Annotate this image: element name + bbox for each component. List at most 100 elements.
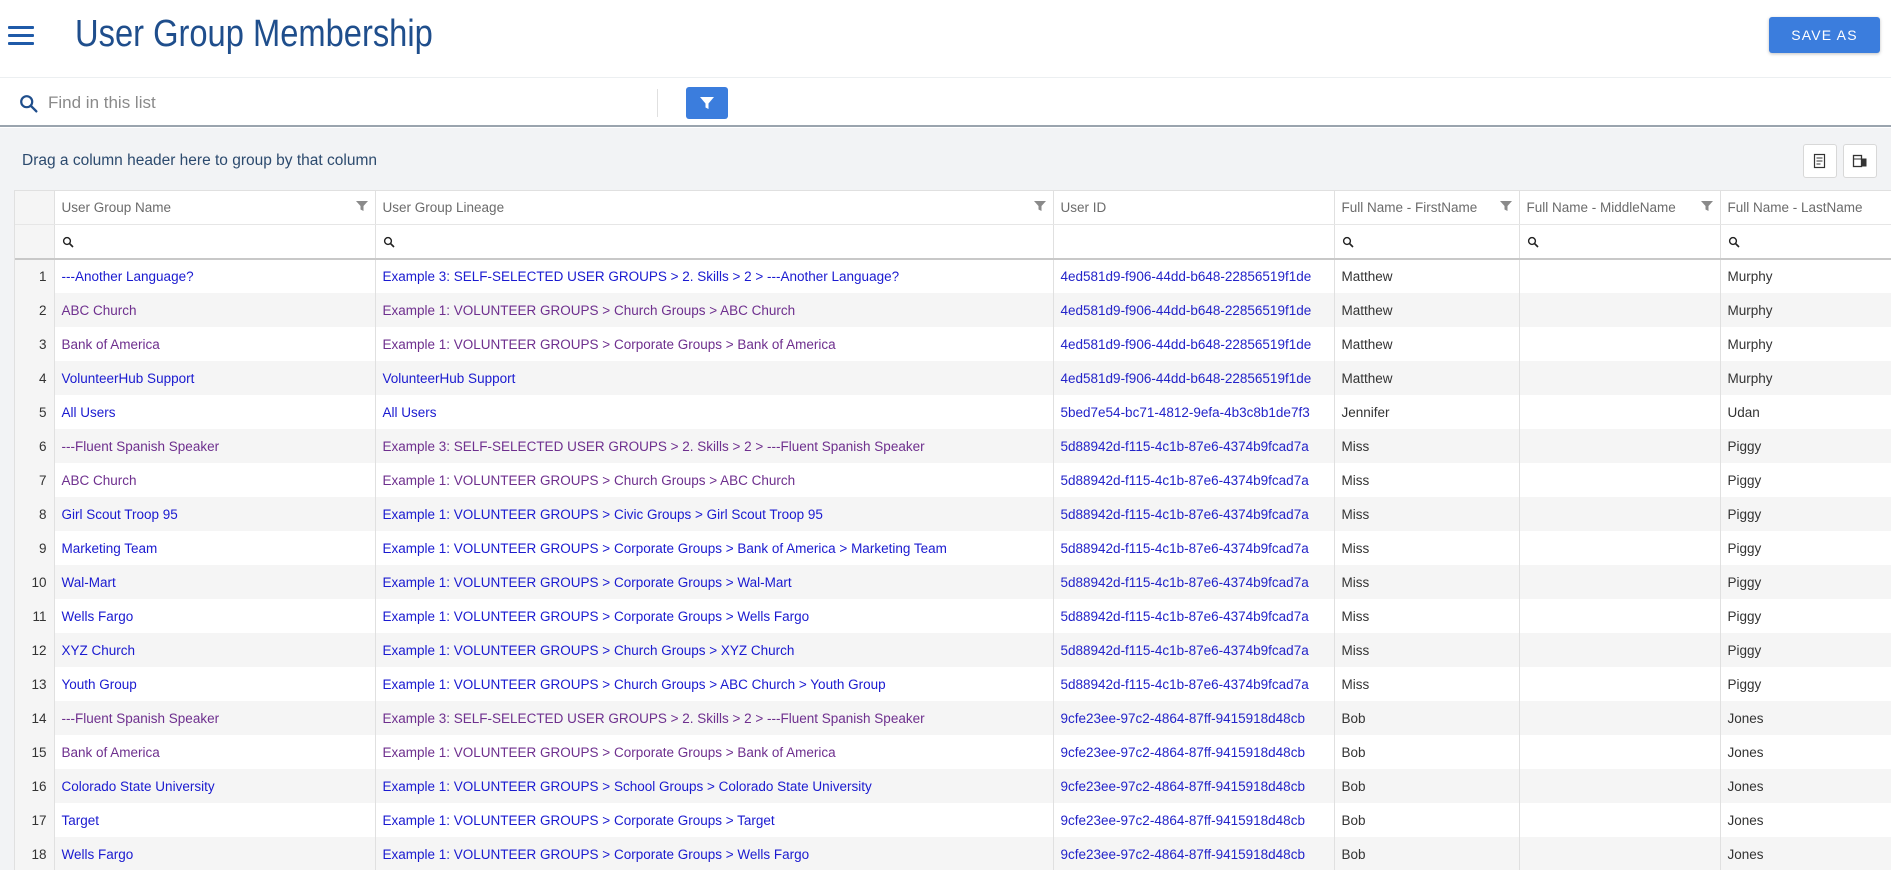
user-group-lineage-link[interactable]: All Users <box>375 395 1054 429</box>
table-row[interactable]: 6 ---Fluent Spanish Speaker Example 3: SEL… <box>15 429 1891 463</box>
filter-cell-user-group-lineage[interactable] <box>375 224 1054 260</box>
user-group-name-link[interactable]: VolunteerHub Support <box>54 361 376 395</box>
user-group-lineage-link[interactable]: Example 1: VOLUNTEER GROUPS > School Gro… <box>375 769 1054 803</box>
filter-cell-first-name[interactable] <box>1334 224 1520 260</box>
column-header-user-group-lineage[interactable]: User Group Lineage <box>375 191 1054 225</box>
user-id-link[interactable]: 5d88942d-f115-4c1b-87e6-4374b9fcad7a <box>1053 599 1335 633</box>
user-id-link[interactable]: 4ed581d9-f906-44dd-b648-22856519f1de <box>1053 361 1335 395</box>
column-header-user-group-name[interactable]: User Group Name <box>54 191 376 225</box>
user-group-name-link[interactable]: Target <box>54 803 376 837</box>
user-group-name-link[interactable]: ---Fluent Spanish Speaker <box>54 429 376 463</box>
filter-cell-user-group-name[interactable] <box>54 224 376 260</box>
user-group-name-link[interactable]: Bank of America <box>54 735 376 769</box>
user-group-lineage-link[interactable]: Example 1: VOLUNTEER GROUPS > Civic Grou… <box>375 497 1054 531</box>
user-group-lineage-link[interactable]: Example 1: VOLUNTEER GROUPS > Church Gro… <box>375 293 1054 327</box>
table-row[interactable]: 10 Wal-Mart Example 1: VOLUNTEER GROUPS > … <box>15 565 1891 599</box>
user-id-link[interactable]: 9cfe23ee-97c2-4864-87ff-9415918d48cb <box>1053 735 1335 769</box>
column-header-label: User Group Name <box>61 199 172 215</box>
user-group-name-link[interactable]: Colorado State University <box>54 769 376 803</box>
user-group-lineage-link[interactable]: Example 1: VOLUNTEER GROUPS > Corporate … <box>375 735 1054 769</box>
user-group-name-link[interactable]: Marketing Team <box>54 531 376 565</box>
user-group-lineage-link[interactable]: Example 3: SELF-SELECTED USER GROUPS > 2… <box>375 701 1054 735</box>
table-row[interactable]: 17 Target Example 1: VOLUNTEER GROUPS > Co… <box>15 803 1891 837</box>
table-row[interactable]: 15 Bank of America Example 1: VOLUNTEER GR… <box>15 735 1891 769</box>
user-group-name-link[interactable]: ---Fluent Spanish Speaker <box>54 701 376 735</box>
table-row[interactable]: 11 Wells Fargo Example 1: VOLUNTEER GROUPS… <box>15 599 1891 633</box>
column-header-user-id[interactable]: User ID <box>1053 191 1335 225</box>
table-row[interactable]: 12 XYZ Church Example 1: VOLUNTEER GROUPS … <box>15 633 1891 667</box>
table-row[interactable]: 18 Wells Fargo Example 1: VOLUNTEER GROUPS… <box>15 837 1891 870</box>
user-group-lineage-link[interactable]: Example 1: VOLUNTEER GROUPS > Corporate … <box>375 599 1054 633</box>
user-group-lineage-link[interactable]: Example 1: VOLUNTEER GROUPS > Church Gro… <box>375 667 1054 701</box>
user-id-link[interactable]: 9cfe23ee-97c2-4864-87ff-9415918d48cb <box>1053 769 1335 803</box>
user-group-lineage-link[interactable]: Example 1: VOLUNTEER GROUPS > Church Gro… <box>375 463 1054 497</box>
user-group-name-link[interactable]: Wells Fargo <box>54 599 376 633</box>
user-group-name-link[interactable]: XYZ Church <box>54 633 376 667</box>
filter-button[interactable] <box>686 87 728 119</box>
user-id-link[interactable]: 4ed581d9-f906-44dd-b648-22856519f1de <box>1053 327 1335 361</box>
table-row[interactable]: 4 VolunteerHub Support VolunteerHub Suppor… <box>15 361 1891 395</box>
search-divider <box>657 89 658 117</box>
user-group-name-link[interactable]: ---Another Language? <box>54 259 376 293</box>
user-group-name-link[interactable]: All Users <box>54 395 376 429</box>
user-group-lineage-link[interactable]: Example 1: VOLUNTEER GROUPS > Church Gro… <box>375 633 1054 667</box>
group-panel[interactable]: Drag a column header here to group by th… <box>22 152 377 170</box>
user-id-link[interactable]: 5bed7e54-bc71-4812-9efa-4b3c8b1de7f3 <box>1053 395 1335 429</box>
user-group-lineage-link[interactable]: Example 1: VOLUNTEER GROUPS > Corporate … <box>375 837 1054 870</box>
column-header-first-name[interactable]: Full Name - FirstName <box>1334 191 1520 225</box>
user-id-link[interactable]: 9cfe23ee-97c2-4864-87ff-9415918d48cb <box>1053 701 1335 735</box>
filter-cell-middle-name[interactable] <box>1519 224 1721 260</box>
table-row[interactable]: 13 Youth Group Example 1: VOLUNTEER GROUPS… <box>15 667 1891 701</box>
filter-cell-last-name[interactable] <box>1720 224 1891 260</box>
filter-funnel-icon[interactable] <box>1033 200 1046 212</box>
search-input[interactable] <box>48 89 648 117</box>
user-group-lineage-link[interactable]: Example 1: VOLUNTEER GROUPS > Corporate … <box>375 327 1054 361</box>
user-group-name-link[interactable]: Wal-Mart <box>54 565 376 599</box>
table-row[interactable]: 14 ---Fluent Spanish Speaker Example 3: SE… <box>15 701 1891 735</box>
user-group-lineage-link[interactable]: VolunteerHub Support <box>375 361 1054 395</box>
user-group-lineage-link[interactable]: Example 1: VOLUNTEER GROUPS > Corporate … <box>375 565 1054 599</box>
table-row[interactable]: 16 Colorado State University Example 1: VO… <box>15 769 1891 803</box>
filter-funnel-icon[interactable] <box>355 200 368 212</box>
table-row[interactable]: 3 Bank of America Example 1: VOLUNTEER GRO… <box>15 327 1891 361</box>
user-group-name-link[interactable]: Girl Scout Troop 95 <box>54 497 376 531</box>
table-row[interactable]: 7 ABC Church Example 1: VOLUNTEER GROUPS >… <box>15 463 1891 497</box>
user-group-name-link[interactable]: Bank of America <box>54 327 376 361</box>
user-group-lineage-link[interactable]: Example 1: VOLUNTEER GROUPS > Corporate … <box>375 531 1054 565</box>
filter-funnel-icon[interactable] <box>1499 200 1512 212</box>
user-group-lineage-link[interactable]: Example 3: SELF-SELECTED USER GROUPS > 2… <box>375 429 1054 463</box>
last-name-cell: Murphy <box>1720 259 1891 293</box>
user-id-link[interactable]: 9cfe23ee-97c2-4864-87ff-9415918d48cb <box>1053 837 1335 870</box>
user-group-name-link[interactable]: Wells Fargo <box>54 837 376 870</box>
table-row[interactable]: 1 ---Another Language? Example 3: SELF-SEL… <box>15 259 1891 293</box>
table-row[interactable]: 8 Girl Scout Troop 95 Example 1: VOLUNTEER… <box>15 497 1891 531</box>
user-group-name-link[interactable]: Youth Group <box>54 667 376 701</box>
column-header-last-name[interactable]: Full Name - LastName <box>1720 191 1891 225</box>
user-group-lineage-link[interactable]: Example 3: SELF-SELECTED USER GROUPS > 2… <box>375 259 1054 293</box>
user-id-link[interactable]: 5d88942d-f115-4c1b-87e6-4374b9fcad7a <box>1053 497 1335 531</box>
column-header-middle-name[interactable]: Full Name - MiddleName <box>1519 191 1721 225</box>
user-id-link[interactable]: 9cfe23ee-97c2-4864-87ff-9415918d48cb <box>1053 803 1335 837</box>
table-row[interactable]: 5 All Users All Users 5bed7e54-bc71-4812-9e… <box>15 395 1891 429</box>
first-name-cell: Matthew <box>1334 327 1520 361</box>
export-button[interactable] <box>1803 144 1837 178</box>
user-id-link[interactable]: 5d88942d-f115-4c1b-87e6-4374b9fcad7a <box>1053 463 1335 497</box>
table-row[interactable]: 2 ABC Church Example 1: VOLUNTEER GROUPS >… <box>15 293 1891 327</box>
user-group-lineage-link[interactable]: Example 1: VOLUNTEER GROUPS > Corporate … <box>375 803 1054 837</box>
user-group-name-link[interactable]: ABC Church <box>54 463 376 497</box>
user-group-name-link[interactable]: ABC Church <box>54 293 376 327</box>
user-id-link[interactable]: 5d88942d-f115-4c1b-87e6-4374b9fcad7a <box>1053 429 1335 463</box>
user-id-link[interactable]: 4ed581d9-f906-44dd-b648-22856519f1de <box>1053 259 1335 293</box>
user-group-table: User Group Name User Group Lineage User … <box>15 191 1891 870</box>
middle-name-cell <box>1519 293 1721 327</box>
table-row[interactable]: 9 Marketing Team Example 1: VOLUNTEER GROU… <box>15 531 1891 565</box>
user-id-link[interactable]: 5d88942d-f115-4c1b-87e6-4374b9fcad7a <box>1053 667 1335 701</box>
user-id-link[interactable]: 5d88942d-f115-4c1b-87e6-4374b9fcad7a <box>1053 531 1335 565</box>
save-as-button[interactable]: SAVE AS <box>1769 17 1880 53</box>
user-id-link[interactable]: 5d88942d-f115-4c1b-87e6-4374b9fcad7a <box>1053 633 1335 667</box>
filter-funnel-icon[interactable] <box>1700 200 1713 212</box>
user-id-link[interactable]: 5d88942d-f115-4c1b-87e6-4374b9fcad7a <box>1053 565 1335 599</box>
hamburger-menu-icon[interactable] <box>8 26 34 48</box>
user-id-link[interactable]: 4ed581d9-f906-44dd-b648-22856519f1de <box>1053 293 1335 327</box>
column-chooser-button[interactable] <box>1843 144 1877 178</box>
